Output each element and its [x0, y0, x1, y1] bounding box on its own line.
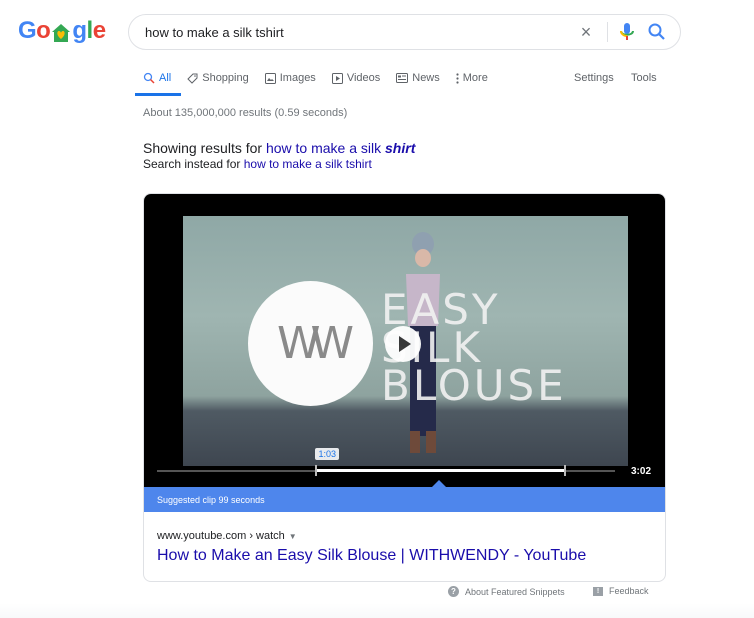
google-logo[interactable]: G o g l e [18, 17, 106, 45]
tab-label: Videos [346, 72, 381, 84]
kebab-icon [456, 72, 459, 84]
tag-icon [187, 73, 198, 84]
clip-start-timestamp: 1:03 [315, 448, 339, 460]
page-bottom [0, 603, 754, 618]
tab-shopping[interactable]: Shopping [187, 71, 249, 85]
original-query-link[interactable]: how to make a silk tshirt [244, 157, 372, 171]
tab-label: All [159, 72, 172, 84]
active-tab-indicator [135, 93, 181, 96]
result-stats: About 135,000,000 results (0.59 seconds) [143, 107, 348, 119]
newspaper-icon [396, 73, 409, 83]
suggested-clip-bar[interactable]: Suggested clip 99 seconds [144, 487, 665, 512]
divider [607, 22, 608, 42]
tab-more[interactable]: More [456, 71, 488, 85]
microphone-icon[interactable] [619, 22, 635, 42]
suggested-clip-range [315, 469, 565, 472]
cite-url: www.youtube.com › watch [157, 530, 285, 542]
showing-results-for: Showing results for how to make a silk s… [143, 140, 415, 156]
house-heart-icon [51, 22, 71, 42]
tab-label: More [462, 72, 488, 84]
clear-icon[interactable]: × [576, 22, 596, 42]
tab-videos[interactable]: Videos [331, 71, 381, 85]
feedback-icon: ! [593, 586, 603, 596]
video-player[interactable]: WW EASY SILK BLOUSE 1:03 3:02 [144, 194, 665, 489]
image-icon [264, 72, 276, 84]
settings-link[interactable]: Settings [574, 72, 614, 84]
caret-down-icon[interactable]: ▼ [289, 532, 297, 541]
logo-letter: G [18, 17, 37, 44]
search-input[interactable] [145, 24, 565, 40]
feedback-link[interactable]: ! Feedback [593, 586, 649, 596]
play-square-icon [331, 72, 343, 84]
corrected-query-text: how to make a silk [265, 140, 386, 156]
tools-link[interactable]: Tools [631, 72, 657, 84]
clip-pointer [432, 480, 446, 487]
tab-news[interactable]: News [396, 71, 440, 85]
search-icon[interactable] [647, 22, 667, 42]
tab-label: Images [279, 72, 316, 84]
about-label: About Featured Snippets [465, 586, 565, 597]
result-title-link[interactable]: How to Make an Easy Silk Blouse | WITHWE… [157, 547, 586, 565]
clip-start-marker [315, 465, 318, 476]
featured-snippet-card: WW EASY SILK BLOUSE 1:03 3:02 Suggested … [143, 193, 666, 582]
tab-all[interactable]: All [143, 71, 171, 85]
help-icon: ? [448, 586, 459, 597]
withwendy-logo: WW [248, 281, 373, 406]
search-tabs: All Shopping Images Videos News More [143, 71, 504, 95]
corrected-query-link[interactable]: how to make a silk shirt [266, 140, 415, 156]
play-button-icon[interactable] [385, 326, 421, 362]
search-box: × [128, 14, 681, 50]
logo-letter: e [92, 17, 106, 44]
tab-label: News [412, 72, 440, 84]
overlay-line: BLOUSE [381, 361, 567, 410]
instead-prefix: Search instead for [143, 157, 244, 171]
video-thumbnail[interactable]: WW EASY SILK BLOUSE [183, 216, 628, 466]
search-icon [143, 72, 155, 84]
clip-end-marker [563, 465, 566, 476]
search-instead-for: Search instead for how to make a silk ts… [143, 157, 372, 171]
corrected-word: shirt [385, 140, 416, 156]
result-cite: www.youtube.com › watch ▼ [157, 530, 297, 542]
logo-letter: o [36, 17, 51, 44]
tab-label: Shopping [202, 72, 249, 84]
showing-prefix: Showing results for [143, 140, 266, 156]
about-featured-snippets[interactable]: ? About Featured Snippets [448, 586, 565, 597]
feedback-label: Feedback [609, 586, 649, 596]
video-duration: 3:02 [631, 466, 652, 477]
tab-images[interactable]: Images [264, 71, 316, 85]
logo-letter: g [72, 17, 87, 44]
